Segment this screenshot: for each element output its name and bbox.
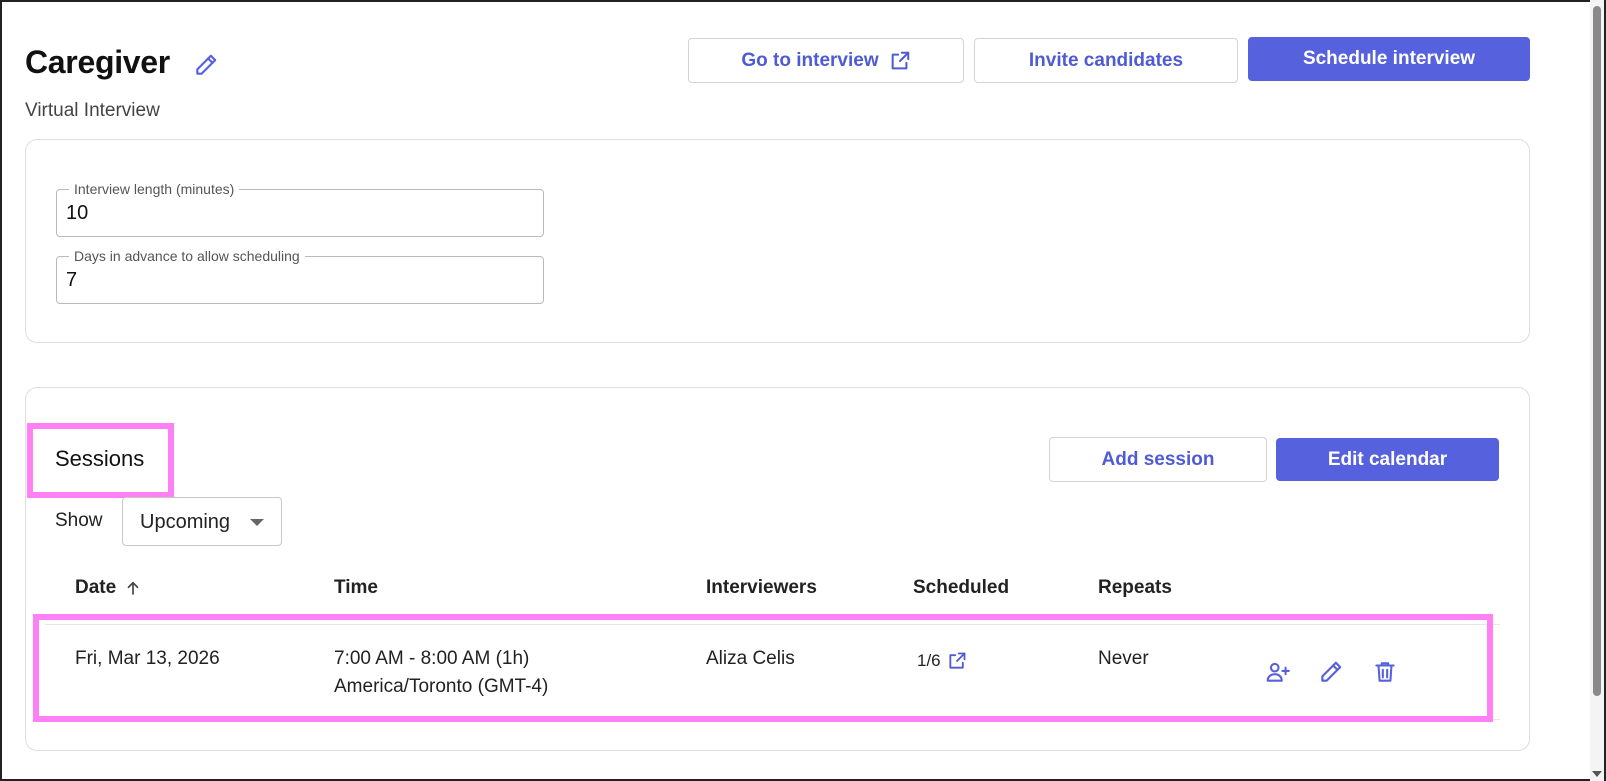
scroll-down-arrow-icon[interactable] xyxy=(1592,771,1602,777)
interview-length-value: 10 xyxy=(66,202,89,224)
vertical-scrollbar[interactable] xyxy=(1590,0,1604,781)
trash-icon xyxy=(1375,662,1395,682)
column-header-date[interactable]: Date xyxy=(75,577,142,599)
session-scheduled-link[interactable]: 1/6 xyxy=(917,647,967,675)
days-in-advance-label: Days in advance to allow scheduling xyxy=(69,248,305,264)
show-filter-select[interactable]: Upcoming xyxy=(122,497,282,546)
interview-length-label: Interview length (minutes) xyxy=(69,181,240,197)
scrollbar-thumb[interactable] xyxy=(1593,6,1601,696)
page-title: Caregiver xyxy=(25,44,170,80)
column-header-interviewers: Interviewers xyxy=(706,577,817,598)
add-session-label: Add session xyxy=(1101,448,1215,470)
session-timezone: America/Toronto (GMT-4) xyxy=(334,676,549,697)
session-scheduled-count: 1/6 xyxy=(917,651,941,670)
arrow-up-icon xyxy=(127,581,139,595)
show-filter-label: Show xyxy=(55,510,103,531)
interview-length-field[interactable]: Interview length (minutes) 10 xyxy=(56,181,544,237)
days-in-advance-field[interactable]: Days in advance to allow scheduling 7 xyxy=(56,248,544,304)
table-header-divider xyxy=(45,624,1500,625)
add-interviewer-button[interactable] xyxy=(1265,659,1291,685)
delete-session-button[interactable] xyxy=(1372,659,1398,685)
pencil-icon xyxy=(1321,661,1342,682)
schedule-interview-button[interactable]: Schedule interview xyxy=(1248,37,1530,81)
pencil-icon xyxy=(196,54,217,75)
show-filter-value: Upcoming xyxy=(140,511,231,533)
sessions-title: Sessions xyxy=(55,446,145,471)
add-person-icon xyxy=(1266,662,1290,682)
session-repeats: Never xyxy=(1098,648,1149,669)
go-to-interview-button[interactable]: Go to interview xyxy=(688,38,964,83)
schedule-interview-label: Schedule interview xyxy=(1302,48,1476,69)
edit-title-button[interactable] xyxy=(193,52,219,78)
column-header-scheduled: Scheduled xyxy=(913,577,1010,598)
invite-candidates-label: Invite candidates xyxy=(1028,49,1184,71)
days-in-advance-value: 7 xyxy=(66,269,78,291)
go-to-interview-label: Go to interview xyxy=(741,49,879,71)
invite-candidates-button[interactable]: Invite candidates xyxy=(974,38,1238,83)
session-date: Fri, Mar 13, 2026 xyxy=(75,648,220,669)
interview-settings-card: Interview length (minutes) 10 Days in ad… xyxy=(25,139,1530,343)
session-interviewers: Aliza Celis xyxy=(706,648,795,669)
edit-calendar-label: Edit calendar xyxy=(1327,448,1448,470)
column-header-date-label: Date xyxy=(75,577,117,598)
edit-calendar-button[interactable]: Edit calendar xyxy=(1276,438,1499,481)
page-subtitle: Virtual Interview xyxy=(25,100,160,121)
caret-down-icon xyxy=(250,519,264,526)
external-link-icon xyxy=(891,51,909,69)
table-row-divider xyxy=(45,719,1500,720)
edit-session-button[interactable] xyxy=(1318,659,1344,685)
external-link-icon xyxy=(949,652,966,669)
column-header-time: Time xyxy=(334,577,379,598)
session-time-range: 7:00 AM - 8:00 AM (1h) xyxy=(334,648,530,669)
add-session-button[interactable]: Add session xyxy=(1049,437,1267,482)
column-header-repeats: Repeats xyxy=(1098,577,1172,598)
